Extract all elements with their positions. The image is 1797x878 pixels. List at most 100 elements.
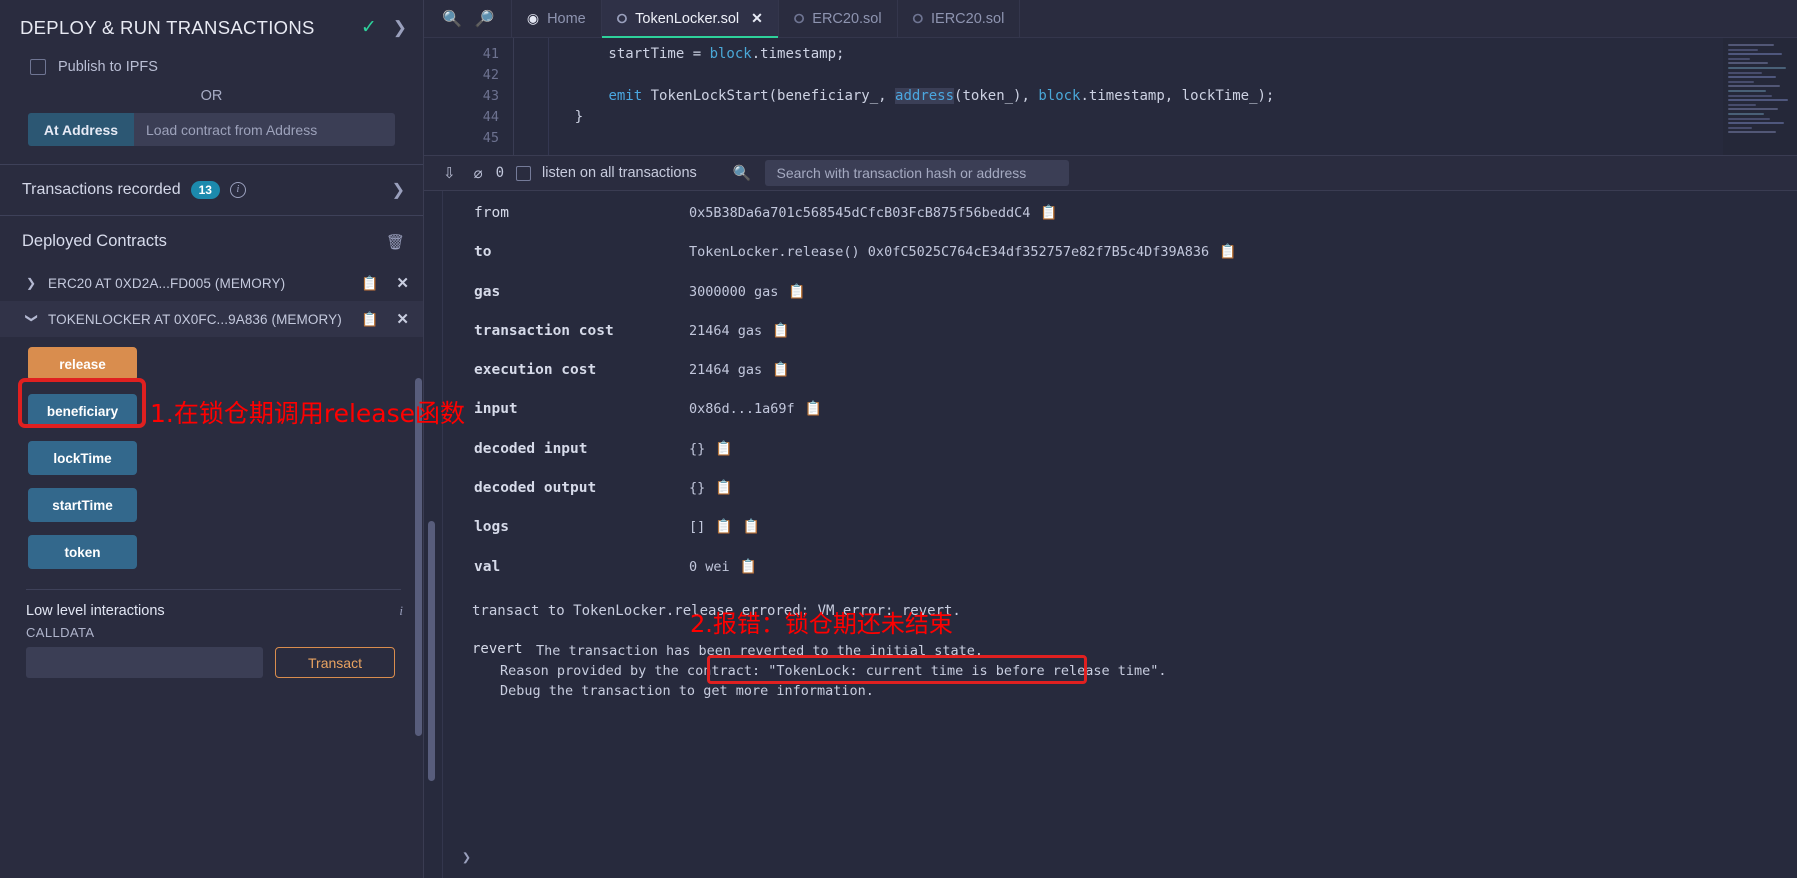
trash-icon[interactable]: 🗑: [386, 233, 405, 251]
tx-value-group: 0x86d...1a69f 📋: [689, 401, 822, 417]
zoom-in-icon[interactable]: 🔎: [475, 9, 495, 29]
revert-label: revert: [472, 640, 523, 657]
tab-tokenlocker-sol[interactable]: ⭘ TokenLocker.sol ✕: [601, 0, 779, 38]
editor-minimap[interactable]: [1723, 38, 1797, 155]
function-button-token[interactable]: token: [28, 535, 137, 569]
ban-icon[interactable]: ⌀: [465, 164, 492, 182]
main-panel: 🔍 🔎 ◉ Home ⭘ TokenLocker.sol ✕ ⭘ ERC20.s…: [424, 0, 1797, 878]
line-number: 45: [482, 130, 499, 146]
line-number: 43: [482, 88, 499, 104]
copy-icon[interactable]: 📋: [743, 519, 760, 535]
copy-icon[interactable]: 📋: [1040, 205, 1057, 221]
revert-block: revert The transaction has been reverted…: [424, 641, 1797, 701]
deployed-contract-erc20[interactable]: ❯ ERC20 AT 0XD2A...FD005 (MEMORY) 📋 ✕: [0, 265, 423, 301]
chevron-right-icon[interactable]: ❯: [462, 848, 471, 866]
chevron-down-icon[interactable]: ❯: [25, 313, 39, 325]
tx-value-group: 21464 gas 📋: [689, 362, 790, 378]
at-address-input[interactable]: [134, 113, 395, 146]
publish-ipfs-label: Publish to IPFS: [58, 59, 158, 75]
terminal-toolbar: ⇩ ⌀ 0 listen on all transactions 🔍: [424, 155, 1797, 191]
transactions-recorded-row[interactable]: Transactions recorded 13 i ❯: [0, 165, 423, 216]
tx-value: 3000000 gas: [689, 283, 779, 300]
deployed-contracts-header: Deployed Contracts 🗑: [0, 216, 423, 265]
code-line: emit TokenLockStart(beneficiary_, addres…: [608, 88, 1275, 104]
contract-name-label: TOKENLOCKER AT 0X0FC...9A836 (MEMORY): [48, 311, 342, 327]
calldata-input[interactable]: [26, 647, 263, 678]
publish-ipfs-checkbox[interactable]: [30, 59, 46, 75]
tx-key: decoded input: [474, 440, 588, 457]
sidebar-scrollbar[interactable]: [415, 378, 422, 736]
pending-count: 0: [495, 165, 505, 181]
tx-value-group: TokenLocker.release() 0x0fC5025C764cE34d…: [689, 244, 1237, 260]
terminal-output[interactable]: from 0x5B38Da6a701c568545dCfcB03FcB875f5…: [424, 191, 1797, 878]
sidebar-header: DEPLOY & RUN TRANSACTIONS ✓ ❯: [0, 0, 423, 53]
copy-icon[interactable]: 📋: [715, 519, 732, 535]
copy-icon[interactable]: 📋: [772, 323, 789, 339]
search-icon[interactable]: 🔍: [733, 164, 752, 182]
tx-detail-row: val 0 wei 📋: [424, 559, 1797, 598]
tx-value-group: {} 📋: [689, 480, 733, 496]
revert-line-3: Debug the transaction to get more inform…: [500, 682, 874, 699]
terminal-scrollbar[interactable]: [428, 521, 435, 781]
copy-icon[interactable]: 📋: [788, 284, 805, 300]
line-number-gutter: 41 42 43 44 45: [424, 38, 514, 155]
tx-key: decoded output: [474, 480, 597, 497]
copy-icon[interactable]: 📋: [715, 441, 732, 457]
tx-detail-row: decoded output {} 📋: [424, 480, 1797, 519]
check-icon: ✓: [360, 17, 377, 38]
close-icon[interactable]: ✕: [396, 310, 409, 328]
tx-key: gas: [474, 283, 501, 300]
tx-detail-row: input 0x86d...1a69f 📋: [424, 401, 1797, 440]
transact-button[interactable]: Transact: [275, 647, 395, 678]
calldata-row: Transact: [0, 647, 423, 678]
revert-details: The transaction has been reverted to the…: [500, 641, 1167, 701]
search-input[interactable]: [765, 160, 1070, 186]
close-icon[interactable]: ✕: [751, 10, 763, 27]
tx-detail-row: execution cost 21464 gas 📋: [424, 362, 1797, 401]
function-button-beneficiary[interactable]: beneficiary: [28, 394, 137, 428]
tx-value: 21464 gas: [689, 322, 763, 339]
tx-detail-row: decoded input {} 📋: [424, 441, 1797, 480]
remix-ide-window: DEPLOY & RUN TRANSACTIONS ✓ ❯ Publish to…: [0, 0, 1797, 878]
annotation-note-2: 2.报错：锁仓期还未结束: [690, 610, 953, 638]
info-icon[interactable]: i: [399, 603, 403, 619]
zoom-out-icon[interactable]: 🔍: [442, 9, 462, 29]
copy-icon[interactable]: 📋: [740, 559, 757, 575]
copy-icon[interactable]: 📋: [805, 401, 822, 417]
tab-ierc20-sol[interactable]: ⭘ IERC20.sol: [898, 0, 1021, 37]
copy-icon[interactable]: 📋: [361, 311, 378, 328]
tab-home[interactable]: ◉ Home: [510, 0, 602, 37]
copy-icon[interactable]: 📋: [772, 362, 789, 378]
chevron-right-icon[interactable]: ❯: [26, 276, 38, 290]
tx-value: 0x5B38Da6a701c568545dCfcB03FcB875f56bedd…: [689, 205, 1031, 221]
function-button-locktime[interactable]: lockTime: [28, 441, 137, 475]
code-content: startTime = block.timestamp; emit TokenL…: [514, 38, 1797, 155]
publish-to-ipfs-row[interactable]: Publish to IPFS: [0, 53, 423, 75]
copy-icon[interactable]: 📋: [361, 275, 378, 292]
solidity-icon: ⭘: [793, 10, 805, 26]
code-editor[interactable]: 41 42 43 44 45 startTime = block.timesta…: [424, 38, 1797, 155]
chevron-right-icon[interactable]: ❯: [392, 180, 405, 200]
chevrons-down-icon[interactable]: ⇩: [434, 164, 465, 182]
info-icon[interactable]: i: [229, 182, 246, 198]
terminal-left-rule: [442, 191, 443, 878]
tx-value: 21464 gas: [689, 362, 763, 379]
page-title: DEPLOY & RUN TRANSACTIONS: [20, 16, 315, 38]
copy-icon[interactable]: 📋: [1219, 244, 1236, 260]
function-button-release[interactable]: release: [28, 347, 137, 381]
close-icon[interactable]: ✕: [396, 274, 409, 292]
chevron-right-icon[interactable]: ❯: [393, 18, 407, 38]
revert-line-2: Reason provided by the contract: "TokenL…: [500, 661, 1167, 681]
tab-erc20-sol[interactable]: ⭘ ERC20.sol: [779, 0, 898, 37]
or-label: OR: [200, 88, 223, 104]
deployed-contract-tokenlocker[interactable]: ❯ TOKENLOCKER AT 0X0FC...9A836 (MEMORY) …: [0, 301, 423, 337]
contract-name-label: ERC20 AT 0XD2A...FD005 (MEMORY): [48, 275, 286, 291]
copy-icon[interactable]: 📋: [715, 480, 732, 496]
at-address-button[interactable]: At Address: [28, 113, 134, 146]
tx-key: to: [474, 244, 492, 261]
listen-all-transactions-checkbox[interactable]: [516, 165, 532, 181]
function-button-starttime[interactable]: startTime: [28, 488, 137, 522]
home-icon: ◉: [526, 10, 540, 26]
